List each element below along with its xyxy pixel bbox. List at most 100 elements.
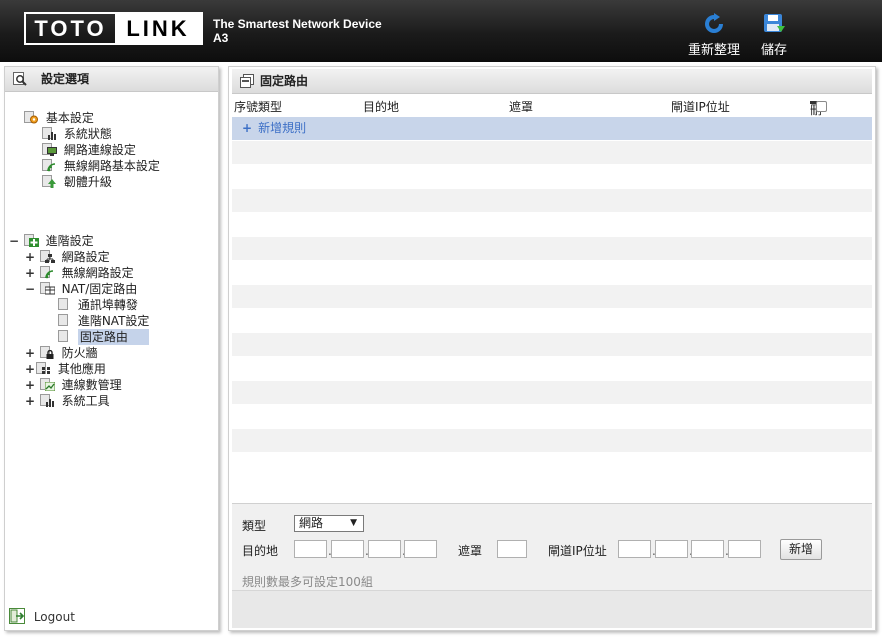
table-row — [232, 237, 872, 261]
tree-group-basic-label: 基本設定 — [45, 111, 94, 125]
gateway-octet-3[interactable] — [691, 540, 724, 558]
sidebar-item-label: 韌體升級 — [63, 175, 112, 189]
table-row — [232, 141, 872, 165]
sidebar-item-advanced-nat[interactable]: 進階NAT設定 — [55, 313, 149, 329]
add-rule-label: 新增規則 — [258, 121, 307, 135]
add-rule-row[interactable]: + 新增規則 — [232, 117, 872, 141]
panel-footer — [232, 590, 872, 628]
table-row — [232, 333, 872, 357]
table-row — [232, 165, 872, 189]
sidebar-item-system-status[interactable]: 系統狀態 — [41, 126, 112, 142]
sidebar-item-other-apps[interactable]: 其他應用 — [25, 361, 106, 377]
sidebar-item-system-tools[interactable]: + 系統工具 — [25, 393, 110, 409]
gateway-octet-1[interactable] — [618, 540, 651, 558]
logout-label: Logout — [33, 610, 75, 624]
top-banner: TOTO LINK The Smartest Network Device A3… — [0, 0, 882, 62]
dest-octet-2[interactable] — [331, 540, 364, 558]
logo-part-toto: TOTO — [34, 16, 107, 41]
expand-toggle[interactable]: + — [25, 249, 35, 265]
col-destination: 目的地 — [363, 100, 400, 114]
sidebar-item-label-selected: 固定路由 — [77, 329, 149, 345]
expand-toggle[interactable]: + — [25, 345, 35, 361]
wifi-icon — [39, 266, 55, 279]
table-row — [232, 405, 872, 429]
gateway-octet-2[interactable] — [655, 540, 688, 558]
gateway-octet-4[interactable] — [728, 540, 761, 558]
refresh-label: 重新整理 — [687, 43, 740, 58]
panel-title: 固定路由 — [232, 69, 872, 94]
sidebar-item-label: 連線數管理 — [61, 378, 122, 392]
tree-group-advanced[interactable]: − 進階設定 — [9, 233, 94, 249]
table-row — [232, 285, 872, 309]
sidebar-item-static-route[interactable]: 固定路由 — [55, 329, 149, 345]
expand-toggle[interactable]: + — [25, 265, 35, 281]
sidebar-item-label: 系統狀態 — [63, 127, 112, 141]
sidebar-item-wireless-basic[interactable]: 無線網路基本設定 — [41, 158, 160, 174]
logout-icon — [9, 608, 25, 624]
dest-octet-3[interactable] — [368, 540, 401, 558]
sidebar-item-label: 防火牆 — [61, 346, 98, 360]
sidebar-item-label: 網路連線設定 — [63, 143, 136, 157]
static-route-panel: 固定路由 序號類型 目的地 遮罩 閘道IP位址 刪除 + 新增規則 類型 網路 ▼… — [228, 66, 876, 631]
route-table: + 新增規則 — [232, 117, 872, 501]
dropdown-arrow-icon: ▼ — [350, 518, 357, 528]
select-all-checkbox[interactable] — [816, 101, 827, 112]
magnifier-icon — [13, 72, 27, 86]
network-icon — [39, 250, 55, 263]
plus-icon: + — [242, 121, 253, 135]
apps-grid-icon — [35, 362, 51, 375]
mask-label: 遮罩 — [458, 544, 483, 558]
sidebar-item-label: 無線網路設定 — [61, 266, 134, 280]
sidebar-item-label: 無線網路基本設定 — [63, 159, 160, 173]
line-chart-icon — [39, 378, 55, 391]
expand-toggle[interactable]: + — [25, 377, 35, 393]
logout-button[interactable]: Logout — [9, 608, 75, 626]
expand-toggle[interactable]: + — [25, 361, 35, 377]
page-icon — [55, 314, 71, 327]
refresh-icon — [705, 13, 723, 33]
save-label: 儲存 — [760, 43, 787, 58]
type-select[interactable]: 網路 ▼ — [294, 515, 364, 532]
table-row — [232, 189, 872, 213]
type-label: 類型 — [242, 519, 267, 533]
expand-toggle[interactable]: + — [25, 393, 35, 409]
tagline-text: The Smartest Network Device — [213, 17, 382, 31]
product-tagline: The Smartest Network Device A3 — [213, 17, 382, 45]
dest-octet-1[interactable] — [294, 540, 327, 558]
folder-plus-icon — [23, 234, 39, 247]
dest-octet-4[interactable] — [404, 540, 437, 558]
sidebar-item-nat-routing[interactable]: − NAT/固定路由 — [25, 281, 137, 297]
collapse-toggle[interactable]: − — [25, 281, 35, 297]
table-row — [232, 429, 872, 453]
sidebar-item-wireless-settings[interactable]: + 無線網路設定 — [25, 265, 134, 281]
sidebar-item-connection-management[interactable]: + 連線數管理 — [25, 377, 122, 393]
add-route-button[interactable]: 新增 — [780, 539, 822, 560]
mask-input[interactable] — [497, 540, 527, 558]
nat-table-icon — [39, 282, 55, 295]
table-row — [232, 381, 872, 405]
sidebar-item-port-forwarding[interactable]: 通訊埠轉發 — [55, 297, 138, 313]
type-select-value: 網路 — [299, 516, 324, 530]
page-icon — [55, 330, 71, 343]
sidebar-item-network-settings[interactable]: + 網路設定 — [25, 249, 110, 265]
sidebar-title-text: 設定選項 — [41, 72, 90, 86]
gateway-label: 閘道IP位址 — [548, 544, 607, 558]
sidebar-item-network-connection[interactable]: 網路連線設定 — [41, 142, 136, 158]
refresh-button[interactable]: 重新整理 — [684, 12, 744, 58]
upgrade-arrow-icon — [41, 175, 57, 188]
table-row — [232, 453, 872, 477]
sidebar-item-label: 其他應用 — [57, 362, 106, 376]
collapse-toggle[interactable]: − — [9, 233, 19, 249]
route-table-header: 序號類型 目的地 遮罩 閘道IP位址 刪除 — [232, 95, 872, 134]
sidebar-item-label: 網路設定 — [61, 250, 110, 264]
model-name: A3 — [213, 31, 229, 45]
lock-icon — [39, 346, 55, 359]
table-row — [232, 261, 872, 285]
monitor-icon — [41, 143, 57, 156]
sidebar-item-firewall[interactable]: + 防火牆 — [25, 345, 98, 361]
tree-group-basic[interactable]: 基本設定 — [23, 110, 94, 126]
settings-sidebar: 設定選項 基本設定 系統狀態 網路連線設定 無線網路基本設定 韌體升級 − 進階… — [4, 66, 219, 631]
save-button[interactable]: 儲存 — [744, 12, 804, 58]
sidebar-item-firmware-upgrade[interactable]: 韌體升級 — [41, 174, 112, 190]
sidebar-title: 設定選項 — [5, 67, 218, 92]
